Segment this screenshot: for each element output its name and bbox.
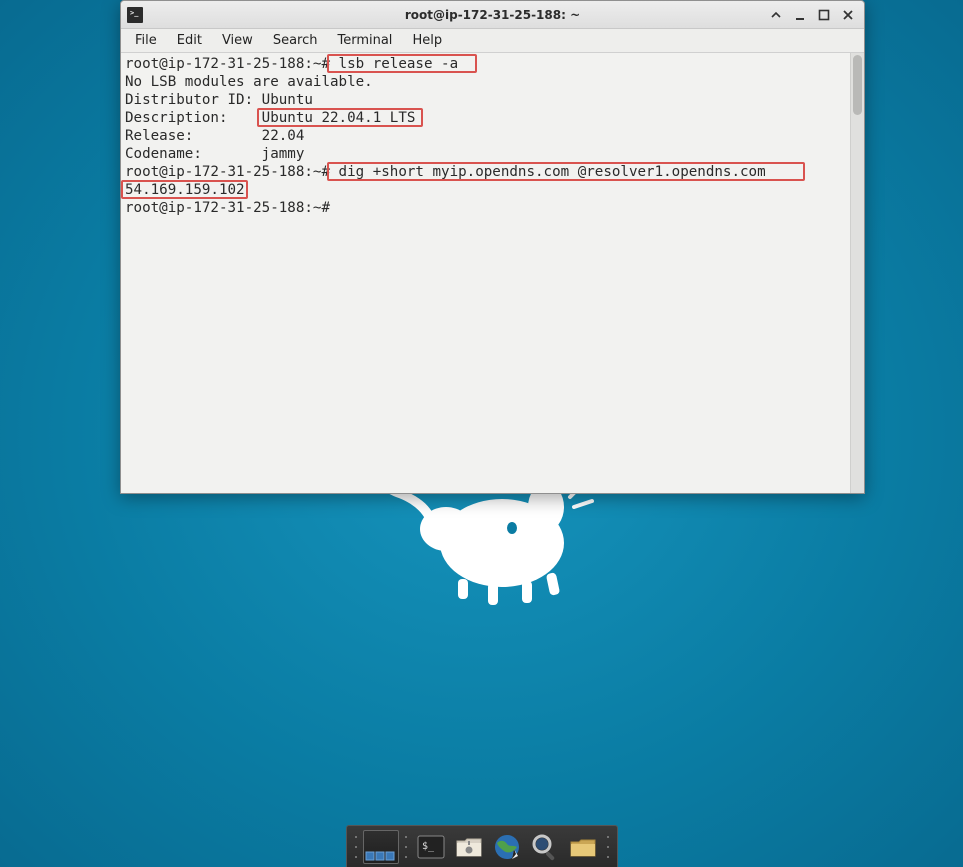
menu-file[interactable]: File	[125, 31, 167, 50]
menu-search[interactable]: Search	[263, 31, 328, 50]
dock-drag-handle[interactable]	[353, 832, 359, 862]
prompt: root@ip-172-31-25-188:~#	[125, 200, 330, 216]
terminal-icon: >_	[127, 7, 143, 23]
cmd-dig: dig +short myip.opendns.com @resolver1.o…	[330, 164, 766, 180]
dock-separator	[403, 832, 409, 862]
close-button[interactable]	[840, 7, 856, 23]
cursor-space	[330, 200, 339, 216]
dock-terminal-icon[interactable]: $_	[413, 829, 449, 865]
terminal-window: >_ root@ip-172-31-25-188: ~ File Edit Vi…	[120, 0, 865, 494]
window-titlebar[interactable]: >_ root@ip-172-31-25-188: ~	[121, 1, 864, 29]
cmd-lsb-release: lsb_release -a	[330, 56, 458, 72]
maximize-button[interactable]	[816, 7, 832, 23]
prompt: root@ip-172-31-25-188:~#	[125, 56, 330, 72]
dock-file-manager-icon[interactable]	[451, 829, 487, 865]
svg-text:$_: $_	[422, 841, 435, 852]
output-line: Description:	[125, 110, 262, 126]
show-desktop-button[interactable]	[363, 829, 399, 865]
rollup-button[interactable]	[768, 7, 784, 23]
prompt: root@ip-172-31-25-188:~#	[125, 164, 330, 180]
dock-drag-handle[interactable]	[605, 832, 611, 862]
svg-text:>_: >_	[130, 9, 139, 17]
scrollbar-thumb[interactable]	[853, 55, 862, 115]
output-line: Release: 22.04	[125, 128, 304, 144]
output-line: Distributor ID: Ubuntu	[125, 92, 313, 108]
menu-edit[interactable]: Edit	[167, 31, 212, 50]
window-title: root@ip-172-31-25-188: ~	[121, 8, 864, 22]
dock-search-icon[interactable]	[527, 829, 563, 865]
minimize-button[interactable]	[792, 7, 808, 23]
dock-web-browser-icon[interactable]	[489, 829, 525, 865]
menubar: File Edit View Search Terminal Help	[121, 29, 864, 53]
output-ip: 54.169.159.102	[125, 182, 245, 198]
menu-view[interactable]: View	[212, 31, 263, 50]
terminal-output[interactable]: root@ip-172-31-25-188:~# lsb_release -a …	[121, 53, 850, 493]
output-line: Codename: jammy	[125, 146, 304, 162]
scrollbar[interactable]	[850, 53, 864, 493]
output-description: Ubuntu 22.04.1 LTS	[262, 110, 416, 126]
taskbar-dock: $_	[346, 825, 618, 867]
dock-folder-icon[interactable]	[565, 829, 601, 865]
menu-terminal[interactable]: Terminal	[327, 31, 402, 50]
output-line: No LSB modules are available.	[125, 74, 373, 90]
menu-help[interactable]: Help	[402, 31, 452, 50]
